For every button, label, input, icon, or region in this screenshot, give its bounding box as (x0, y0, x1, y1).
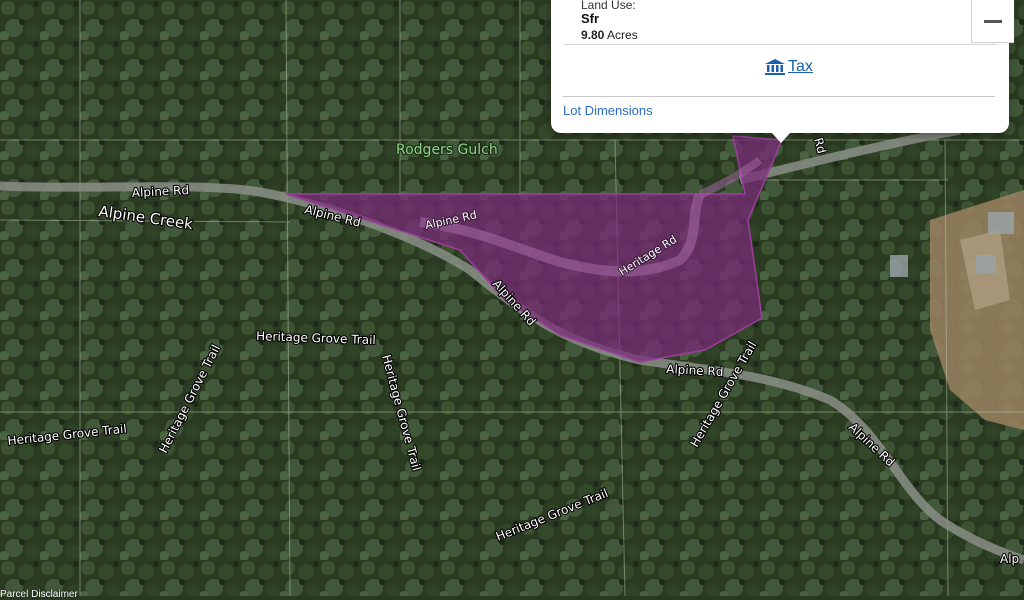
tax-link[interactable]: Tax (764, 58, 813, 76)
label-alpine-rd-edge: Alp (1000, 552, 1019, 566)
tax-link-label: Tax (788, 58, 813, 75)
acreage-unit: Acres (607, 28, 638, 42)
lot-dimensions-link[interactable]: Lot Dimensions (563, 103, 653, 118)
acreage-value: 9.80 (581, 28, 605, 42)
label-alpine-rd-south: Alpine Rd (666, 362, 724, 379)
label-alpine-rd-west: Alpine Rd (131, 183, 189, 200)
zoom-out-button[interactable] (971, 0, 1014, 43)
parcel-info-popup: Land Use: Sfr 9.80 Acres Tax Lot Dimensi… (551, 0, 1009, 133)
popup-divider (563, 44, 997, 45)
popup-pointer (771, 132, 791, 143)
bank-icon (765, 59, 785, 75)
parcel-disclaimer-link[interactable]: Parcel Disclaimer (0, 589, 78, 600)
label-rodgers-gulch: Rodgers Gulch (396, 142, 498, 158)
land-use-value: Sfr (581, 11, 600, 26)
acreage: 9.80 Acres (581, 28, 638, 42)
minus-icon (984, 19, 1002, 23)
popup-divider-2 (563, 96, 995, 97)
